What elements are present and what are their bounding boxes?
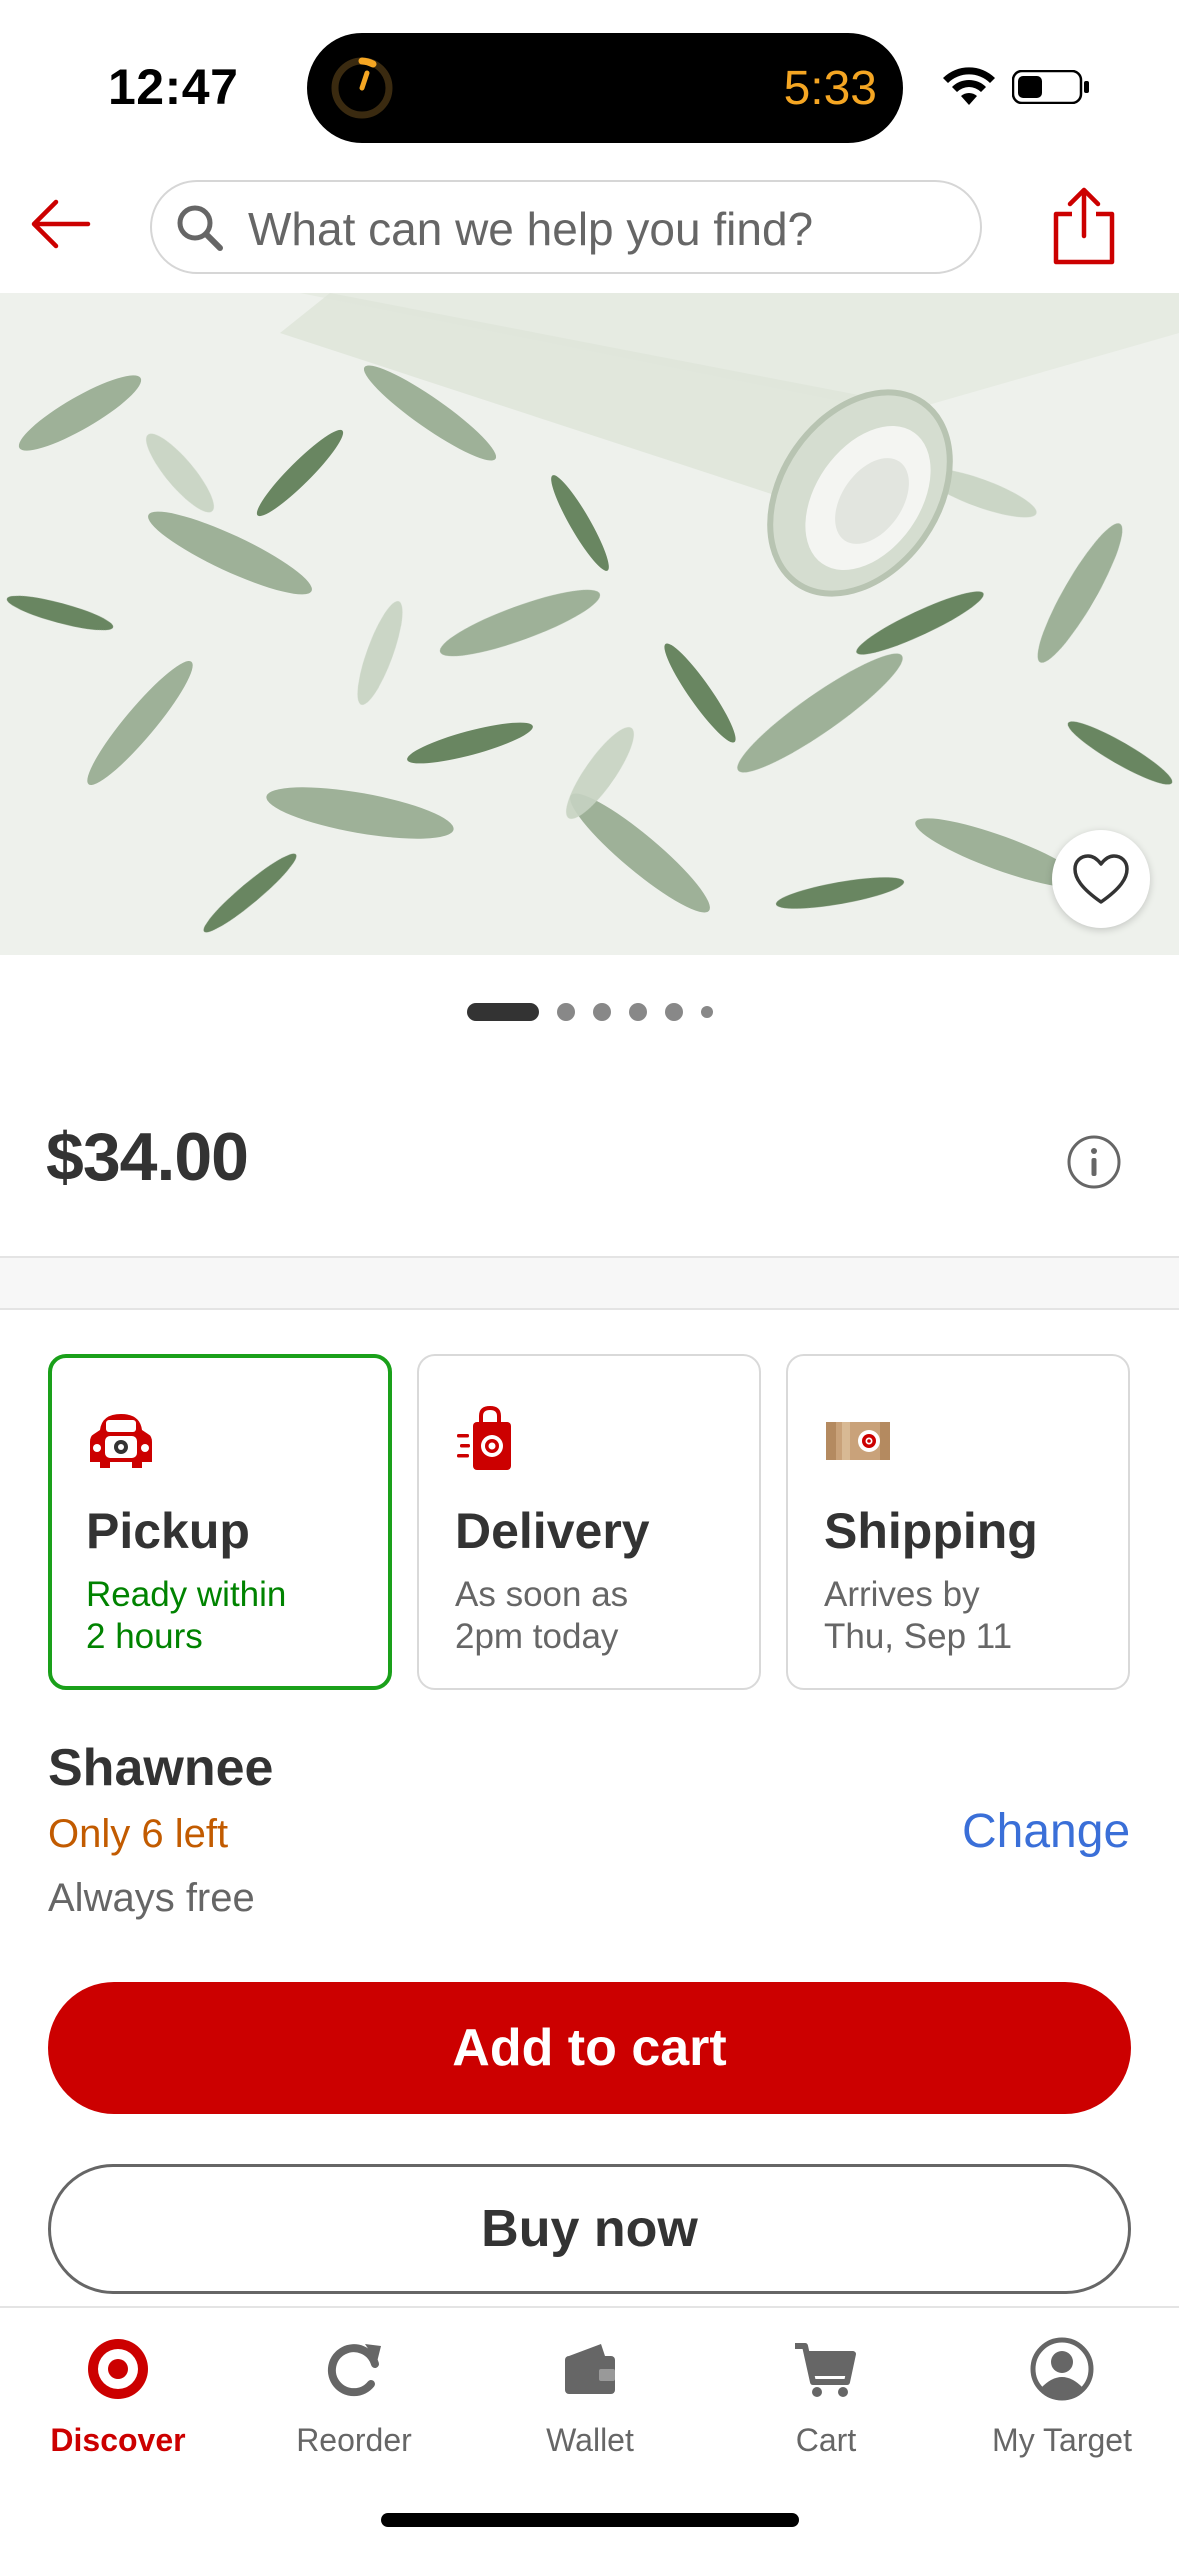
wallet-icon — [565, 2344, 615, 2394]
tab-wallet[interactable]: Wallet — [472, 2308, 708, 2468]
pickup-subtitle-line1: Ready within — [86, 1575, 287, 1614]
back-arrow-icon[interactable] — [26, 194, 96, 254]
timer-readout: 5:33 — [783, 62, 877, 115]
change-store-link[interactable]: Change — [962, 1804, 1130, 1859]
pagination-dot[interactable] — [592, 1003, 611, 1021]
delivery-subtitle: As soon as 2pm today — [455, 1574, 628, 1658]
buy-now-button[interactable]: Buy now — [48, 2164, 1131, 2294]
refresh-icon — [327, 2344, 381, 2397]
account-icon — [1030, 2337, 1094, 2401]
product-price: $34.00 — [46, 1119, 249, 1195]
status-time: 12:47 — [108, 59, 239, 115]
tab-label-reorder: Reorder — [296, 2422, 412, 2458]
image-pagination[interactable] — [0, 1000, 1179, 1024]
shipping-subtitle-line1: Arrives by — [824, 1575, 980, 1614]
tab-label-cart: Cart — [795, 2422, 857, 2458]
tab-reorder[interactable]: Reorder — [236, 2308, 472, 2468]
delivery-option-card[interactable]: Delivery As soon as 2pm today — [417, 1354, 761, 1690]
battery-icon — [1012, 70, 1089, 104]
stock-status: Only 6 left — [48, 1812, 229, 1856]
dynamic-island: 5:33 — [307, 33, 903, 143]
tab-my-target[interactable]: My Target — [944, 2308, 1179, 2468]
share-icon[interactable] — [1050, 184, 1118, 268]
cart-icon — [795, 2343, 856, 2397]
tab-label-wallet: Wallet — [546, 2422, 634, 2458]
pickup-subtitle: Ready within 2 hours — [86, 1574, 286, 1658]
add-to-cart-button[interactable]: Add to cart — [48, 1982, 1131, 2114]
pickup-car-icon — [90, 1414, 152, 1468]
shipping-subtitle: Arrives by Thu, Sep 11 — [824, 1574, 1012, 1658]
search-icon — [177, 205, 223, 251]
pickup-option-card[interactable]: Pickup Ready within 2 hours — [48, 1354, 392, 1690]
tab-label-my-target: My Target — [992, 2422, 1132, 2458]
shipping-box-icon — [826, 1422, 890, 1460]
wallpaper-image — [0, 293, 1179, 955]
search-input[interactable]: What can we help you find? — [150, 180, 982, 274]
favorite-button[interactable] — [1052, 830, 1150, 928]
shipping-title: Shipping — [824, 1503, 1038, 1559]
pagination-dot-active[interactable] — [466, 1003, 539, 1021]
heart-icon — [1073, 854, 1129, 904]
delivery-subtitle-line2: 2pm today — [455, 1617, 619, 1656]
store-name: Shawnee — [48, 1739, 274, 1797]
delivery-subtitle-line1: As soon as — [455, 1575, 629, 1614]
target-bullseye-icon — [88, 2339, 148, 2399]
pickup-fee: Always free — [48, 1876, 255, 1920]
timer-ring-icon — [331, 57, 393, 119]
pagination-dot[interactable] — [664, 1003, 683, 1021]
delivery-title: Delivery — [455, 1503, 650, 1559]
pagination-dot[interactable] — [628, 1003, 647, 1021]
delivery-bag-icon — [457, 1405, 511, 1470]
shipping-option-card[interactable]: Shipping Arrives by Thu, Sep 11 — [786, 1354, 1130, 1690]
tab-discover[interactable]: Discover — [0, 2308, 236, 2468]
pagination-dot[interactable] — [556, 1003, 575, 1021]
search-placeholder: What can we help you find? — [248, 203, 814, 255]
home-indicator — [381, 2513, 799, 2527]
section-divider — [0, 1256, 1179, 1310]
wifi-icon — [943, 67, 995, 105]
tab-label-discover: Discover — [50, 2422, 186, 2458]
info-icon[interactable] — [1066, 1134, 1122, 1190]
product-image[interactable] — [0, 293, 1179, 955]
tab-cart[interactable]: Cart — [708, 2308, 944, 2468]
shipping-subtitle-line2: Thu, Sep 11 — [824, 1617, 1013, 1656]
pagination-dot[interactable] — [700, 1006, 713, 1018]
pickup-subtitle-line2: 2 hours — [86, 1617, 203, 1656]
pickup-title: Pickup — [86, 1503, 250, 1559]
